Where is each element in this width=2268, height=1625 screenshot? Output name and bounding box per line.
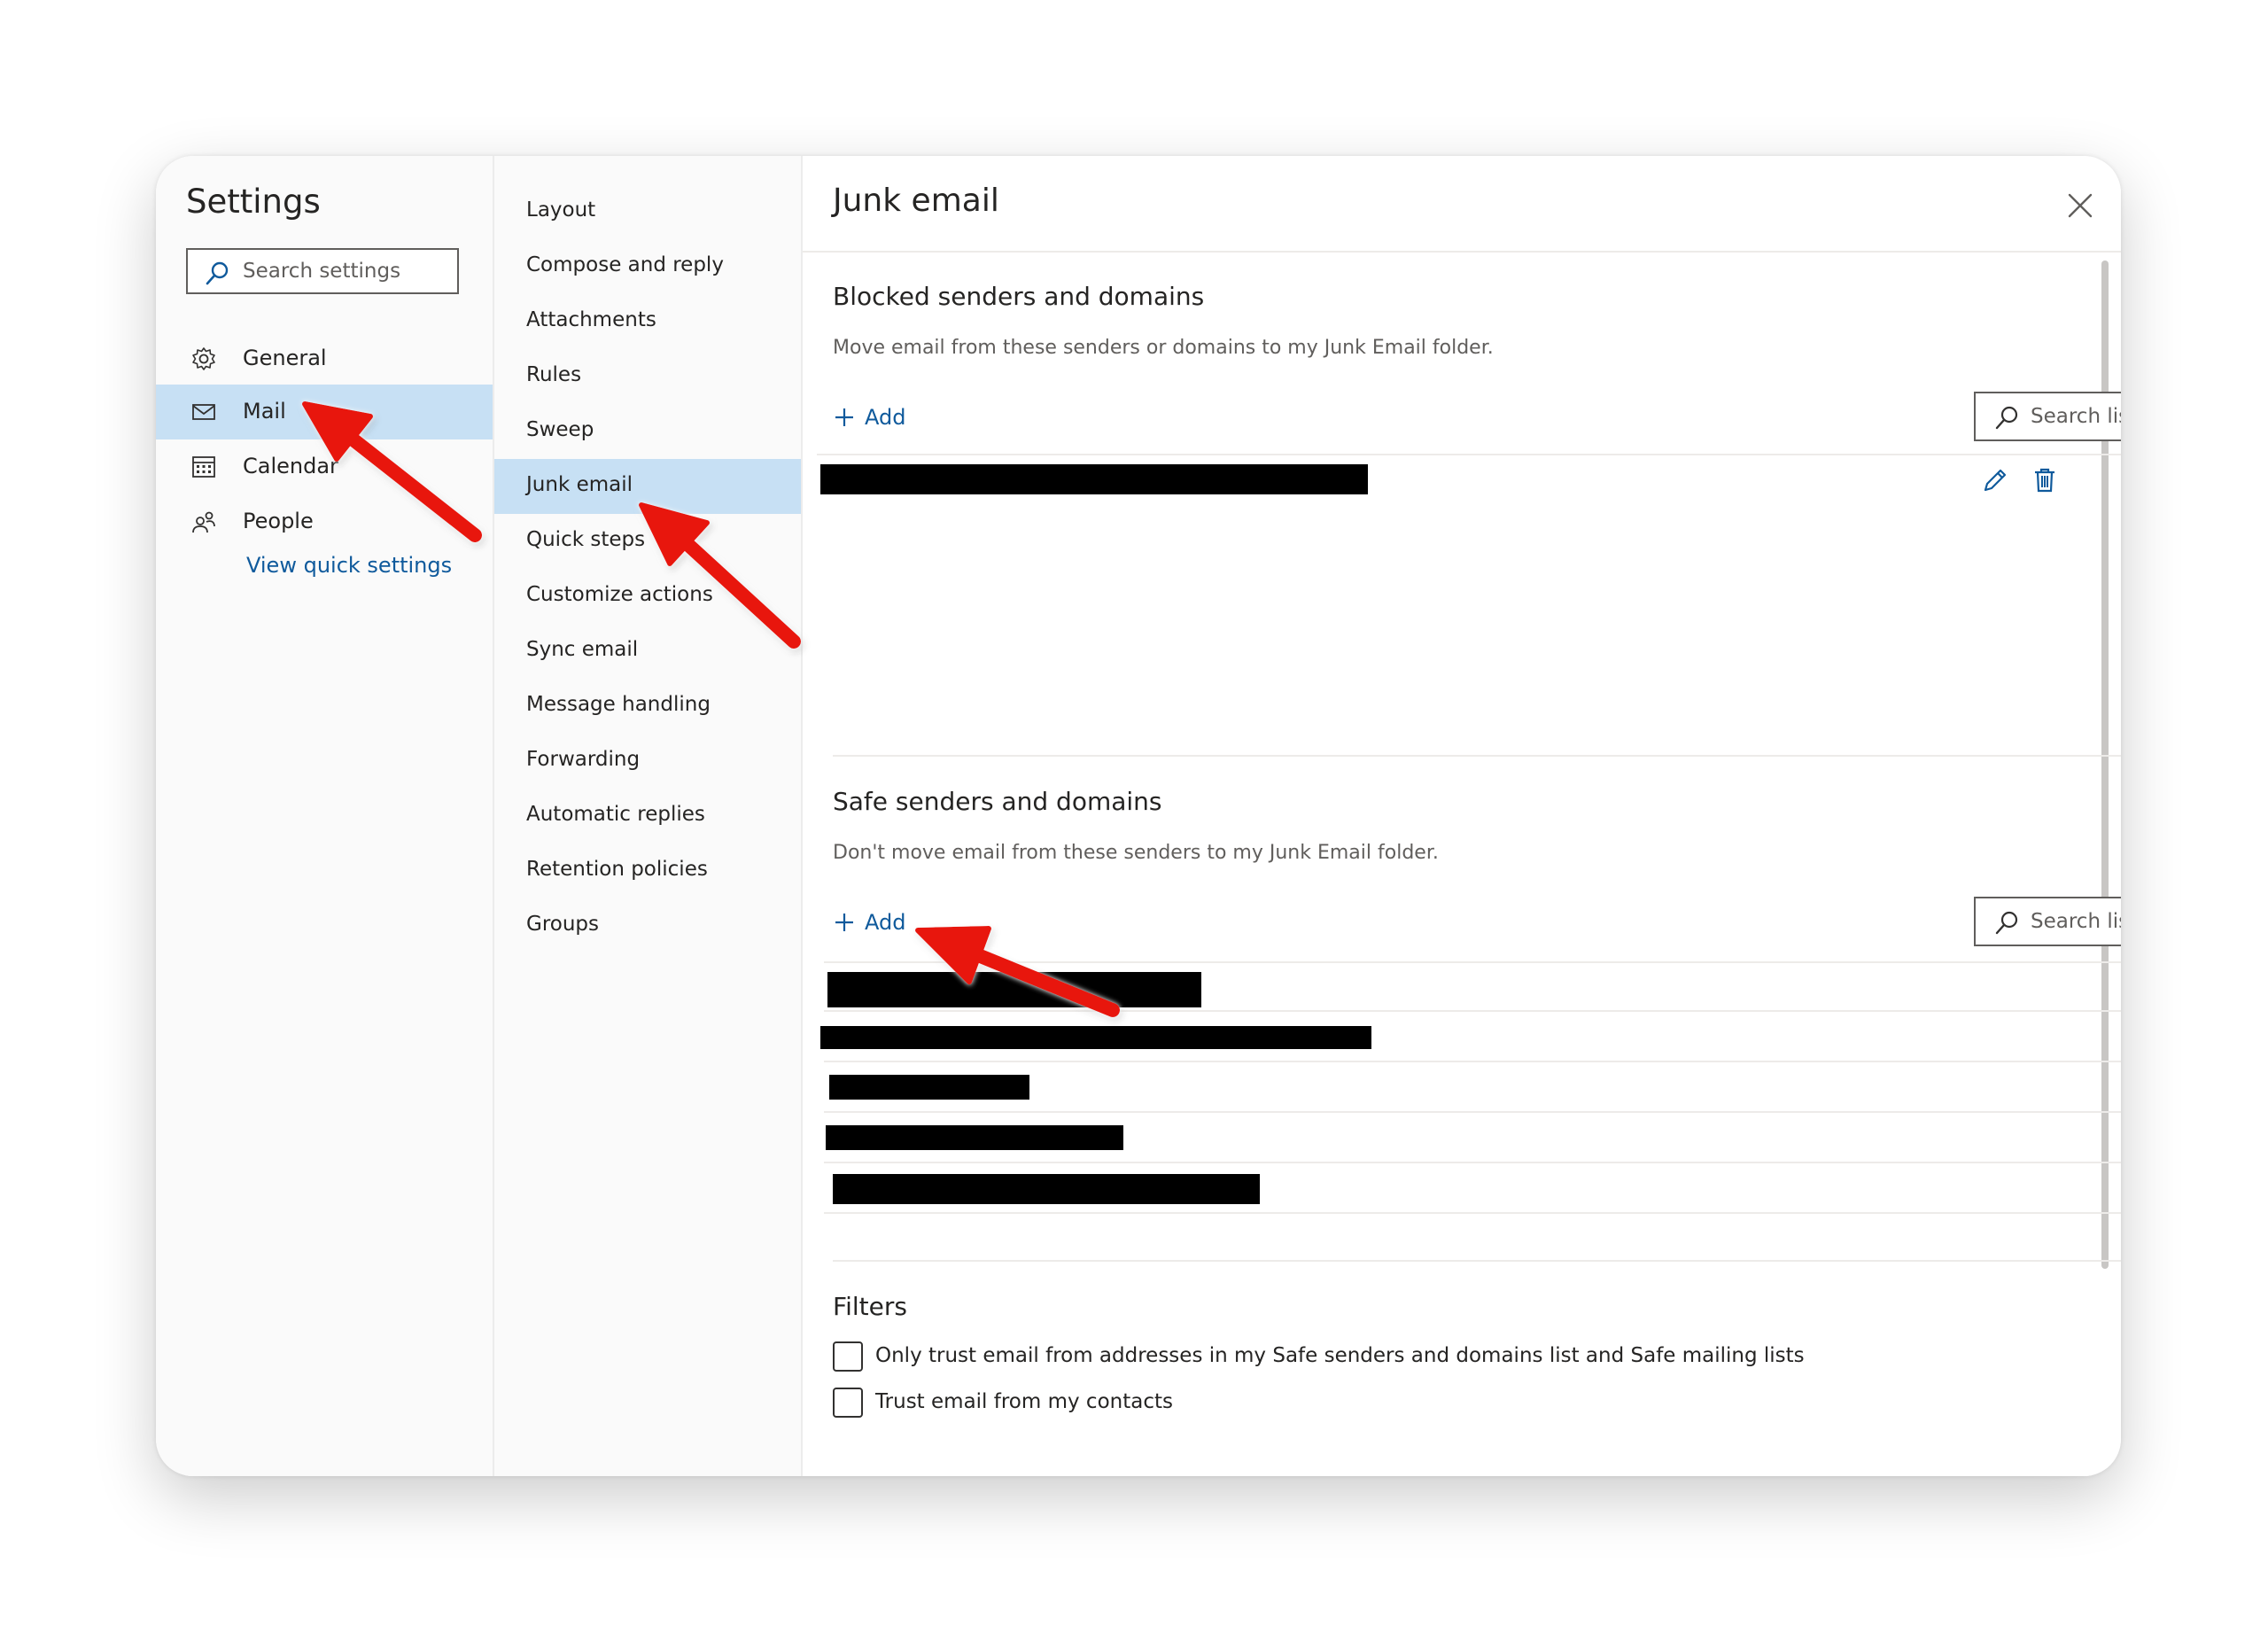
submenu-item-compose-and-reply[interactable]: Compose and reply — [494, 239, 801, 294]
submenu-item-label: Rules — [526, 363, 582, 386]
submenu-item-label: Sync email — [526, 638, 639, 661]
submenu-item-label: Attachments — [526, 308, 656, 331]
redacted-entry — [827, 972, 1201, 1007]
section-divider — [833, 1260, 2121, 1262]
gear-icon — [192, 347, 215, 370]
submenu-item-label: Message handling — [526, 693, 711, 716]
safe-list-row — [824, 1062, 2121, 1113]
blocked-senders-description: Move email from these senders or domains… — [833, 337, 1494, 359]
sidebar-item-mail[interactable]: Mail — [156, 385, 493, 439]
submenu-item-forwarding[interactable]: Forwarding — [494, 734, 801, 789]
submenu-item-automatic-replies[interactable]: Automatic replies — [494, 789, 801, 844]
redacted-entry — [820, 1026, 1371, 1049]
page-title: Junk email — [833, 183, 999, 219]
submenu-item-customize-actions[interactable]: Customize actions — [494, 569, 801, 624]
people-icon — [192, 511, 215, 533]
submenu-item-label: Groups — [526, 913, 600, 936]
safe-list-row — [824, 1163, 2121, 1214]
trash-icon[interactable] — [2031, 466, 2059, 494]
search-list-placeholder: Search list — [2031, 405, 2121, 428]
search-settings-placeholder: Search settings — [243, 260, 401, 283]
submenu-item-rules[interactable]: Rules — [494, 349, 801, 404]
safe-list-row — [820, 1012, 2121, 1062]
redacted-entry — [826, 1125, 1123, 1150]
close-icon[interactable] — [2064, 190, 2096, 222]
section-divider — [833, 755, 2121, 757]
submenu-item-sync-email[interactable]: Sync email — [494, 624, 801, 679]
redacted-entry — [820, 464, 1368, 494]
submenu-item-label: Junk email — [526, 473, 633, 496]
view-quick-settings-link[interactable]: View quick settings — [246, 553, 452, 578]
safe-senders-title: Safe senders and domains — [833, 787, 1162, 816]
submenu-item-label: Forwarding — [526, 748, 641, 771]
settings-window: Settings Search settings General Mail Ca… — [156, 156, 2121, 1476]
submenu-item-retention-policies[interactable]: Retention policies — [494, 844, 801, 898]
plus-icon — [835, 914, 853, 931]
junk-email-panel: Junk email Blocked senders and domains M… — [803, 156, 2121, 1476]
blocked-senders-title: Blocked senders and domains — [833, 282, 1205, 311]
search-list-placeholder: Search list — [2031, 910, 2121, 933]
mail-icon — [192, 404, 215, 420]
submenu-item-groups[interactable]: Groups — [494, 898, 801, 953]
safe-add-button[interactable]: Add — [833, 907, 939, 943]
sidebar-item-label: Mail — [243, 399, 286, 424]
safe-list-row — [824, 961, 2121, 1012]
redacted-entry — [833, 1174, 1260, 1204]
sidebar-item-general[interactable]: General — [156, 331, 493, 386]
add-label: Add — [865, 405, 906, 430]
safe-senders-description: Don't move email from these senders to m… — [833, 842, 1439, 864]
settings-sidebar: Settings Search settings General Mail Ca… — [156, 156, 494, 1476]
pencil-icon[interactable] — [1981, 466, 2009, 494]
redacted-entry — [829, 1075, 1029, 1100]
header-divider — [803, 251, 2121, 253]
submenu-item-label: Quick steps — [526, 528, 646, 551]
sidebar-item-label: General — [243, 346, 327, 370]
safe-list-row — [824, 1113, 2121, 1163]
safe-search-list-input[interactable]: Search list — [1974, 897, 2121, 946]
submenu-item-attachments[interactable]: Attachments — [494, 294, 801, 349]
search-icon — [1995, 911, 2018, 935]
mail-settings-menu: Layout Compose and reply Attachments Rul… — [494, 156, 803, 1476]
add-label: Add — [865, 910, 906, 935]
plus-icon — [835, 408, 853, 426]
sidebar-item-people[interactable]: People — [156, 494, 493, 549]
filters-title: Filters — [833, 1292, 907, 1321]
search-settings-input[interactable]: Search settings — [186, 248, 459, 294]
sidebar-item-label: People — [243, 509, 314, 533]
submenu-item-label: Retention policies — [526, 858, 708, 881]
search-icon — [1995, 406, 2018, 430]
submenu-item-label: Automatic replies — [526, 803, 705, 826]
sidebar-item-label: Calendar — [243, 454, 338, 478]
submenu-item-label: Layout — [526, 198, 596, 222]
checkbox[interactable] — [833, 1388, 863, 1418]
blocked-search-list-input[interactable]: Search list — [1974, 392, 2121, 441]
submenu-item-label: Customize actions — [526, 583, 713, 606]
blocked-add-button[interactable]: Add — [833, 402, 939, 438]
settings-title: Settings — [186, 183, 321, 221]
submenu-item-layout[interactable]: Layout — [494, 184, 801, 239]
checkbox[interactable] — [833, 1341, 863, 1372]
search-icon — [206, 261, 229, 285]
submenu-item-message-handling[interactable]: Message handling — [494, 679, 801, 734]
submenu-item-label: Compose and reply — [526, 253, 724, 276]
blocked-list-row — [817, 454, 2121, 504]
submenu-item-label: Sweep — [526, 418, 594, 441]
filter-option-label: Trust email from my contacts — [875, 1390, 1173, 1413]
sidebar-item-calendar[interactable]: Calendar — [156, 439, 493, 494]
submenu-item-sweep[interactable]: Sweep — [494, 404, 801, 459]
submenu-item-junk-email[interactable]: Junk email — [494, 459, 801, 514]
calendar-icon — [192, 456, 215, 478]
filter-option-label: Only trust email from addresses in my Sa… — [875, 1344, 1805, 1367]
submenu-item-quick-steps[interactable]: Quick steps — [494, 514, 801, 569]
